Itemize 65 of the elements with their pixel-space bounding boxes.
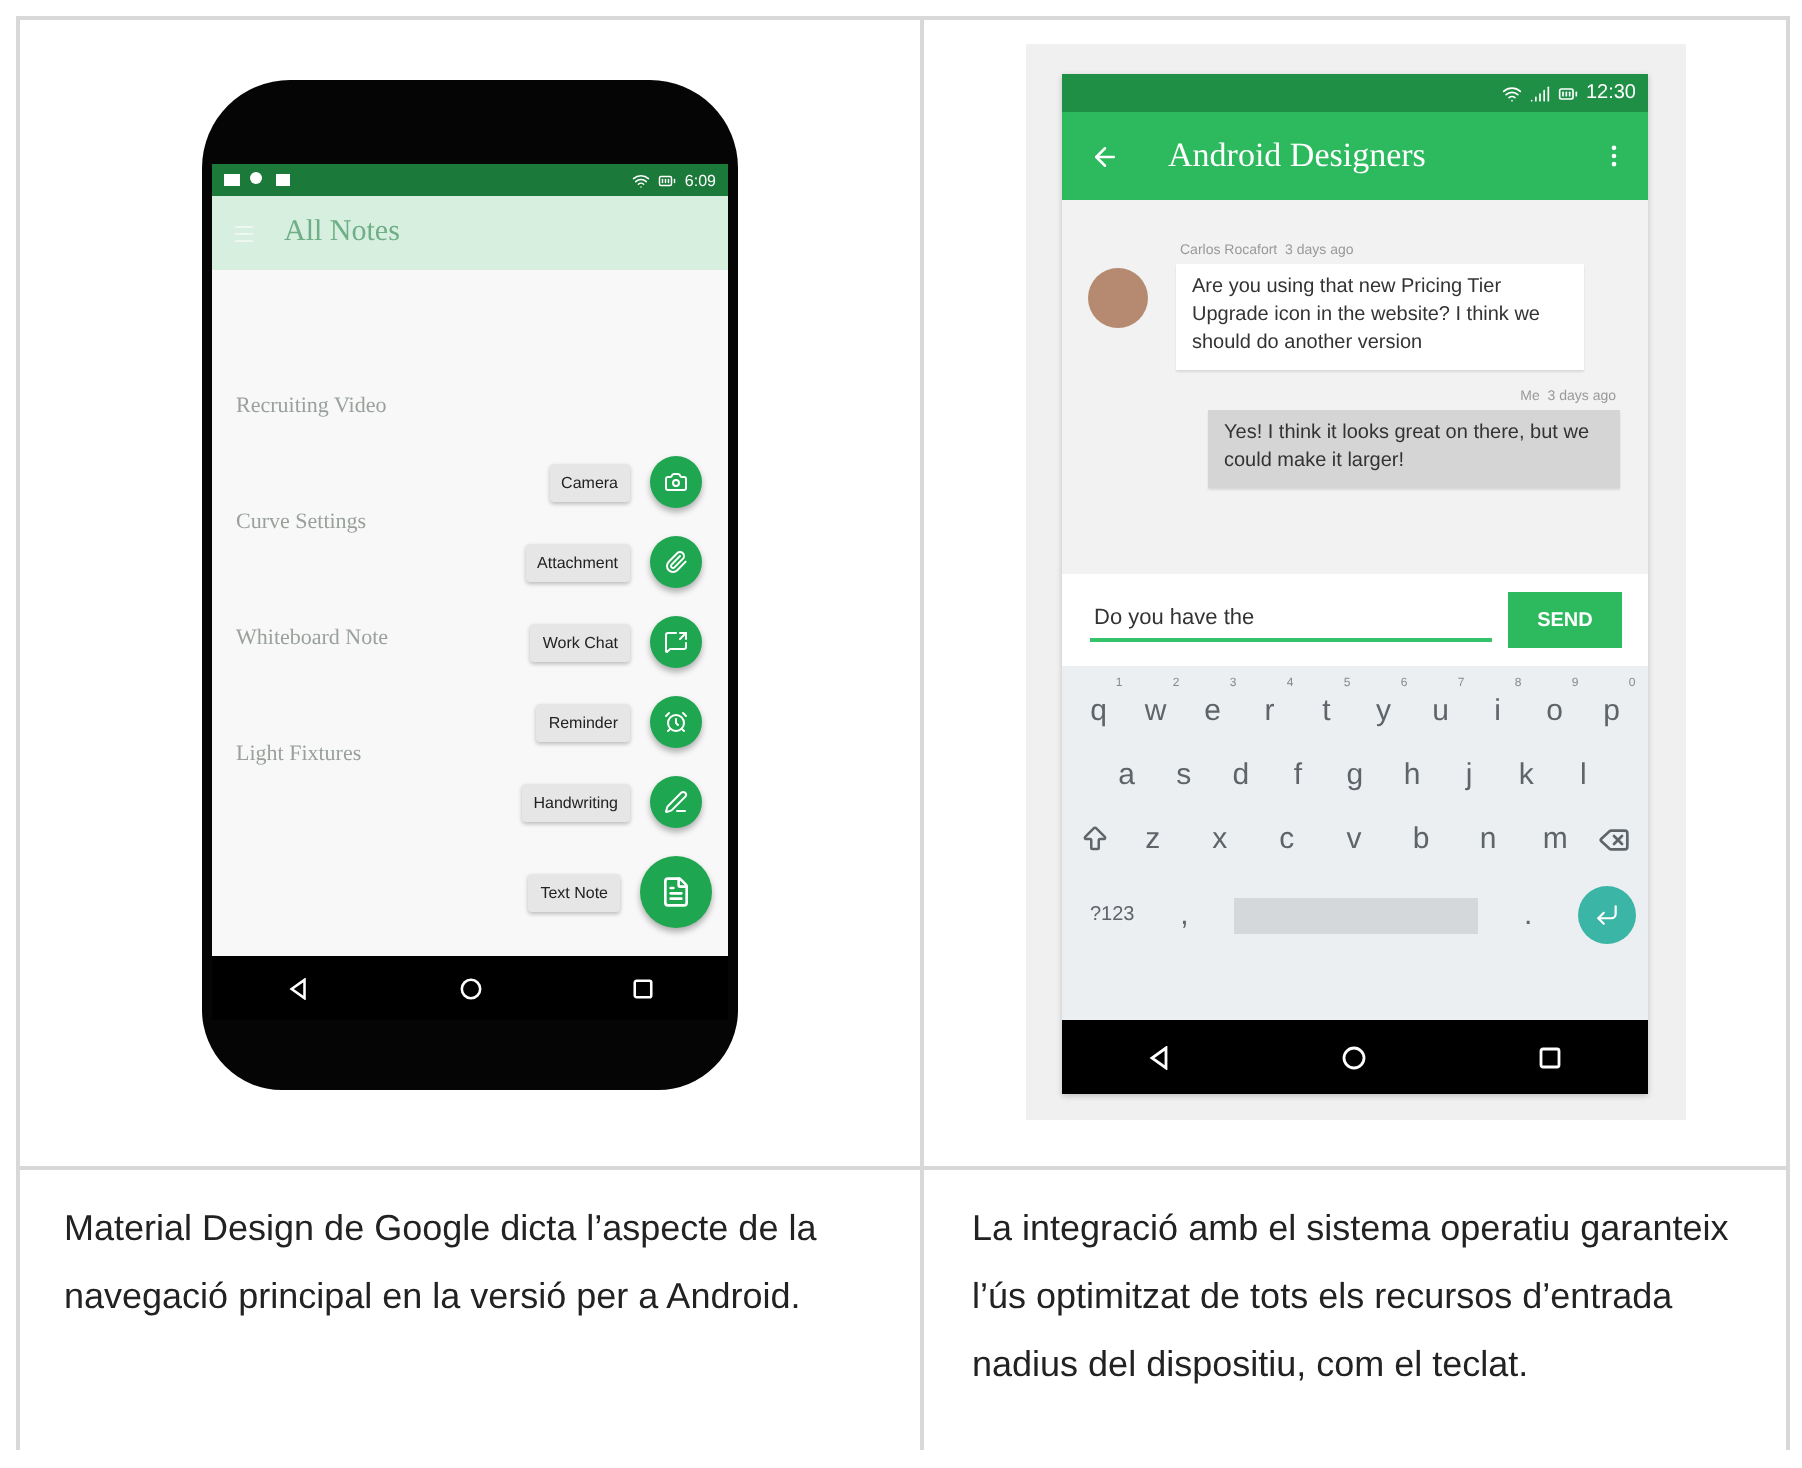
caption: La integració amb el sistema operatiu garanteix l’ús optimitzat de tots els recursos d’entrada nadius del dispositiu, com el teclat. (972, 1206, 1731, 1388)
action-button[interactable] (650, 776, 702, 828)
key[interactable]: s (1159, 758, 1208, 792)
action-button[interactable] (650, 456, 702, 508)
pen-icon (664, 790, 688, 814)
recents-icon[interactable] (631, 977, 653, 999)
battery-icon (1557, 83, 1578, 103)
key[interactable]: f (1273, 758, 1322, 792)
enter-button[interactable] (1578, 886, 1636, 944)
alarm-clock-icon (664, 710, 688, 734)
avatar (1088, 268, 1148, 328)
back-icon[interactable] (287, 977, 309, 999)
note-title: Curve Settings (236, 510, 367, 534)
key[interactable]: k (1502, 758, 1551, 792)
key[interactable]: d (1216, 758, 1265, 792)
key[interactable]: h (1388, 758, 1436, 792)
wifi-icon (632, 171, 651, 189)
action-button[interactable] (640, 856, 712, 928)
app-title: All Notes (284, 216, 400, 250)
battery-icon (658, 171, 677, 189)
key[interactable]: , (1160, 898, 1209, 932)
key[interactable]: a (1102, 758, 1151, 792)
key[interactable]: b (1397, 822, 1445, 856)
symbols-key[interactable]: ?123 (1090, 904, 1135, 926)
home-icon[interactable] (1342, 1045, 1367, 1069)
key[interactable]: j (1445, 758, 1494, 792)
key[interactable]: n (1464, 822, 1513, 856)
recents-icon[interactable] (1538, 1045, 1563, 1069)
key[interactable]: c (1262, 822, 1311, 856)
note-title: Light Fixtures (236, 742, 362, 766)
chat-icon (664, 630, 688, 654)
action-label: Text Note (528, 873, 620, 911)
home-icon[interactable] (459, 977, 481, 999)
key[interactable]: m (1531, 822, 1580, 856)
key[interactable]: l (1559, 758, 1608, 792)
message-bubble: Are you using that new Pricing Tier Upgrade icon in the website? I think we should do another version (1176, 264, 1584, 370)
enter-icon (1594, 902, 1620, 928)
key[interactable]: v (1329, 822, 1378, 856)
status-time: 6:09 (684, 171, 716, 189)
note-icon (660, 876, 692, 908)
signal-icon (1529, 83, 1550, 103)
message-bubble: Yes! I think it looks great on there, but we could make it larger! (1208, 410, 1620, 488)
backspace-icon[interactable] (1598, 823, 1631, 855)
back-icon[interactable] (1147, 1045, 1172, 1069)
chat-title: Android Designers (1168, 136, 1428, 176)
key[interactable]: x (1195, 822, 1244, 856)
key[interactable]: z (1128, 822, 1177, 856)
note-title: Whiteboard Note (236, 626, 389, 650)
action-label: Handwriting (521, 783, 630, 821)
action-label: Camera (549, 463, 630, 501)
camera-icon (664, 470, 688, 494)
note-title: Recruiting Video (236, 394, 387, 418)
status-time: 12:30 (1585, 82, 1636, 104)
wifi-icon (1501, 83, 1522, 103)
action-label: Attachment (525, 543, 630, 581)
key[interactable]: g (1330, 758, 1379, 792)
paperclip-icon (664, 550, 688, 574)
action-button[interactable] (650, 536, 702, 588)
caption: Material Design de Google dicta l’aspecte de la navegació principal en la versió per a Android. (64, 1206, 819, 1320)
key[interactable]: . (1504, 898, 1553, 932)
action-label: Reminder (536, 703, 630, 741)
action-label: Work Chat (530, 623, 630, 661)
action-button[interactable] (650, 616, 702, 668)
action-button[interactable] (650, 696, 702, 748)
shift-icon[interactable] (1079, 824, 1110, 854)
